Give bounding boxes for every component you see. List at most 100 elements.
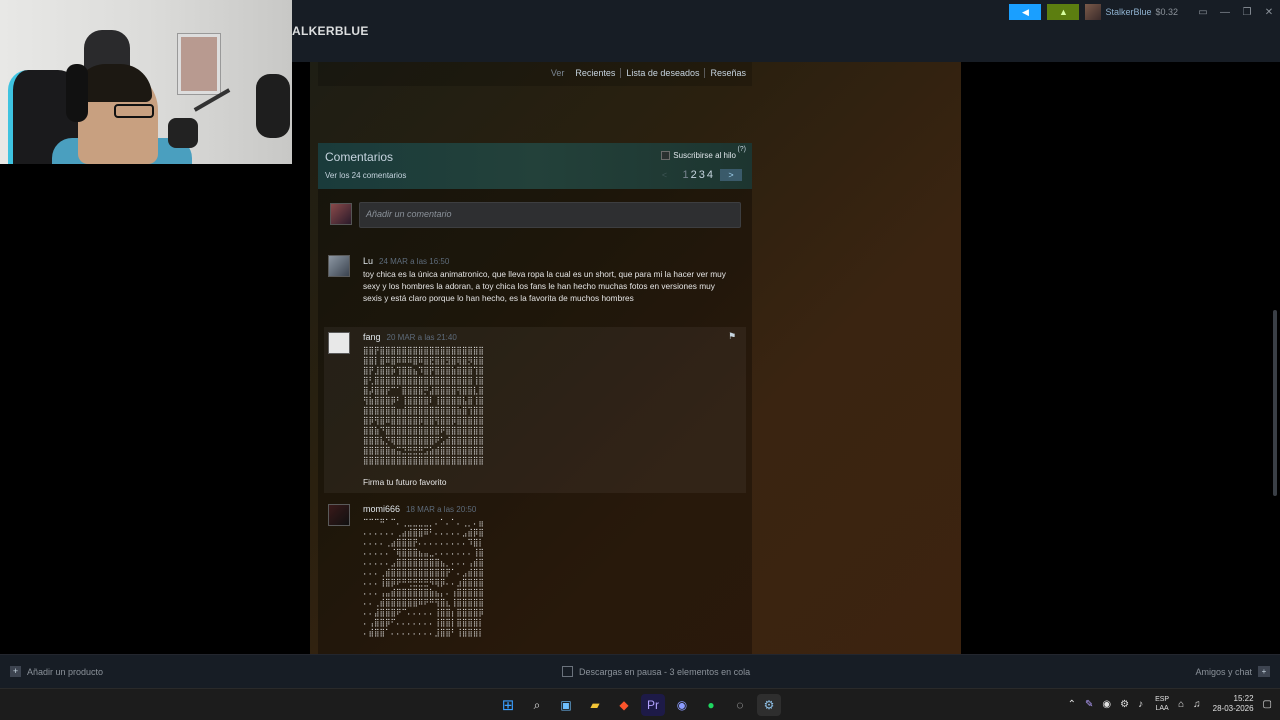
- pager-next-button[interactable]: >: [720, 169, 742, 181]
- link-recent[interactable]: Recientes: [570, 68, 622, 78]
- comments-pager: < 1 2 3 4 >: [654, 169, 742, 181]
- discord-icon[interactable]: ◉: [670, 694, 694, 716]
- minimize-button[interactable]: —: [1214, 7, 1236, 18]
- comment-time: 20 MAR a las 21:40: [386, 333, 457, 342]
- clock[interactable]: 15:22 28-03-2026: [1213, 694, 1254, 714]
- add-product-label[interactable]: Añadir un producto: [27, 667, 103, 677]
- page-1: 1: [682, 169, 689, 181]
- comments-body: Añadir un comentario Lu 24 MAR a las 16:5…: [318, 189, 752, 654]
- comment-ascii-art: ⠉⠉⠉⠛⠁⠉⠄⢀⣀⣀⣀⣀⡀⠄⠁⠄⠁⠄⢀⡀⠄⣶ ⠄⠄⠄⠄⠄⠄⢀⣴⣾⣿⣿⠿⠃⠄⠄⠄⠄…: [363, 518, 484, 637]
- system-tray: ⌃ ✎ ◉ ⚙ ♪ ESP LAA ⌂ ♫ 15:22 28-03-2026 ▢: [1059, 694, 1272, 714]
- discord-tray-icon[interactable]: ◉: [1102, 699, 1111, 710]
- screen: ALKERBLUE ◀ ▲ StalkerBlue $0.32 ▭ — ❐ ✕ …: [0, 0, 1280, 720]
- comment-time: 24 MAR a las 16:50: [379, 257, 450, 266]
- help-icon[interactable]: (?): [737, 146, 746, 153]
- comment-author[interactable]: Lu 24 MAR a las 16:50: [363, 256, 449, 266]
- announcements-button[interactable]: ◀: [1009, 4, 1042, 20]
- spotify-icon[interactable]: ●: [699, 694, 723, 716]
- steam-icon[interactable]: ⚙: [757, 694, 781, 716]
- chevron-up-icon[interactable]: ⌃: [1068, 699, 1076, 710]
- webcam-headset: [66, 64, 88, 122]
- chat-icon: +: [1258, 666, 1270, 677]
- comment-signature: Firma tu futuro favorito: [363, 477, 447, 487]
- friends-label[interactable]: Amigos y chat: [1195, 667, 1252, 677]
- user-name[interactable]: StalkerBlue: [1105, 7, 1151, 17]
- volume-icon[interactable]: ♫: [1193, 699, 1201, 710]
- links-prefix: Ver: [550, 68, 565, 78]
- own-avatar: [330, 203, 352, 225]
- megaphone-icon: ◀: [1021, 6, 1029, 17]
- comment-author[interactable]: fang 20 MAR a las 21:40: [363, 332, 457, 342]
- pen-icon[interactable]: ✎: [1085, 699, 1093, 710]
- maximize-button[interactable]: ❐: [1236, 7, 1258, 18]
- windows-taskbar: ⊞ ⌕ ▣ ▰ ◆ Pr ◉ ● ◌ ⚙ ⌃ ✎ ◉ ⚙ ♪ ESP LAA ⌂…: [0, 688, 1280, 720]
- monitor-icon[interactable]: ▭: [1192, 7, 1214, 18]
- app-icon[interactable]: ◌: [728, 694, 752, 716]
- add-comment-input[interactable]: Añadir un comentario: [359, 202, 741, 228]
- taskbar-apps: ⊞ ⌕ ▣ ▰ ◆ Pr ◉ ● ◌ ⚙: [496, 694, 786, 716]
- scrollbar-thumb[interactable]: [1273, 310, 1277, 496]
- comment-ascii-art: ⣿⣿⡟⣿⣿⣿⣿⣿⣿⣿⣿⣿⣿⣿⣿⣿⣿⣿⣿⣿⣿⣿ ⣿⣿⡇⣿⠿⣿⠿⠿⠿⣿⠿⣿⣟⣿⣿⣻⣿…: [363, 346, 484, 465]
- photos-icon[interactable]: ▣: [554, 694, 578, 716]
- friends-chat-button[interactable]: Amigos y chat +: [1195, 666, 1270, 677]
- clock-date: 28-03-2026: [1212, 704, 1254, 713]
- link-wishlist[interactable]: Lista de deseados: [621, 68, 706, 78]
- author-name[interactable]: fang: [363, 332, 381, 342]
- start-menu-icon[interactable]: ⊞: [496, 694, 520, 716]
- microphone-icon[interactable]: ♪: [1138, 699, 1143, 710]
- comments-title: Comentarios: [325, 150, 394, 164]
- webcam-microphone: [168, 118, 198, 148]
- steam-bottom-bar: + Añadir un producto Descargas en pausa …: [0, 654, 1280, 688]
- notifications-button[interactable]: ▲: [1047, 4, 1080, 20]
- download-icon: [562, 666, 573, 677]
- webcam-guitar: [256, 74, 290, 138]
- file-explorer-icon[interactable]: ▰: [583, 694, 607, 716]
- author-name[interactable]: momi666: [363, 504, 400, 514]
- commenter-avatar[interactable]: [328, 504, 350, 526]
- notification-center-icon[interactable]: ▢: [1263, 699, 1272, 710]
- layout-code: LAA: [1155, 705, 1169, 712]
- profile-links-bar: Ver Recientes Lista de deseados Reseñas: [318, 62, 752, 86]
- webcam-glasses: [114, 104, 154, 118]
- brave-browser-icon[interactable]: ◆: [612, 694, 636, 716]
- comment-text: toy chica es la única animatronico, que …: [363, 269, 726, 303]
- premiere-icon[interactable]: Pr: [641, 694, 665, 716]
- subscribe-label[interactable]: Suscribirse al hilo: [673, 151, 736, 160]
- webcam-picture-frame: [178, 34, 220, 94]
- profile-title: ALKERBLUE: [292, 24, 369, 38]
- comment-time: 18 MAR a las 20:50: [406, 505, 477, 514]
- page-2[interactable]: 2: [691, 169, 697, 181]
- search-icon[interactable]: ⌕: [525, 694, 549, 716]
- clock-time: 15:22: [1233, 694, 1254, 703]
- plus-icon: +: [10, 666, 21, 677]
- subscribe-checkbox[interactable]: [661, 151, 671, 160]
- commenter-avatar[interactable]: [328, 332, 350, 354]
- subscribe-thread[interactable]: Suscribirse al hilo: [661, 151, 736, 160]
- language-indicator[interactable]: ESP LAA: [1155, 695, 1169, 713]
- comment-item: Lu 24 MAR a las 16:50 toy chica es la úni…: [324, 251, 746, 321]
- top-right-controls: ◀ ▲ StalkerBlue $0.32 ▭ — ❐ ✕: [1009, 0, 1280, 24]
- comment-author[interactable]: momi666 18 MAR a las 20:50: [363, 504, 476, 514]
- page-4[interactable]: 4: [707, 169, 713, 181]
- comment-item: fang 20 MAR a las 21:40 ⚑ ⣿⣿⡟⣿⣿⣿⣿⣿⣿⣿⣿⣿⣿⣿⣿…: [324, 327, 746, 493]
- page-3[interactable]: 3: [699, 169, 705, 181]
- comments-header: Comentarios Ver los 24 comentarios Suscr…: [318, 143, 752, 189]
- pager-prev-button[interactable]: <: [654, 169, 676, 181]
- add-product-button[interactable]: + Añadir un producto: [10, 666, 103, 677]
- close-button[interactable]: ✕: [1258, 7, 1280, 18]
- profile-links: Ver Recientes Lista de deseados Reseñas: [551, 68, 746, 78]
- steam-tray-icon[interactable]: ⚙: [1120, 699, 1129, 710]
- report-flag-icon[interactable]: ⚑: [728, 331, 740, 341]
- link-reviews[interactable]: Reseñas: [705, 68, 746, 78]
- webcam-overlay: [0, 0, 292, 164]
- user-avatar[interactable]: [1085, 4, 1102, 20]
- commenter-avatar[interactable]: [328, 255, 350, 277]
- view-all-comments-link[interactable]: Ver los 24 comentarios: [325, 171, 406, 180]
- language-code: ESP: [1155, 696, 1170, 703]
- network-icon[interactable]: ⌂: [1178, 699, 1184, 710]
- downloads-status[interactable]: Descargas en pausa - 3 elementos en cola: [562, 666, 750, 677]
- author-name[interactable]: Lu: [363, 256, 373, 266]
- comment-item: momi666 18 MAR a las 20:50 ⠉⠉⠉⠛⠁⠉⠄⢀⣀⣀⣀⣀⡀⠄…: [324, 499, 746, 659]
- wallet-balance: $0.32: [1155, 7, 1178, 17]
- downloads-label[interactable]: Descargas en pausa - 3 elementos en cola: [579, 667, 750, 677]
